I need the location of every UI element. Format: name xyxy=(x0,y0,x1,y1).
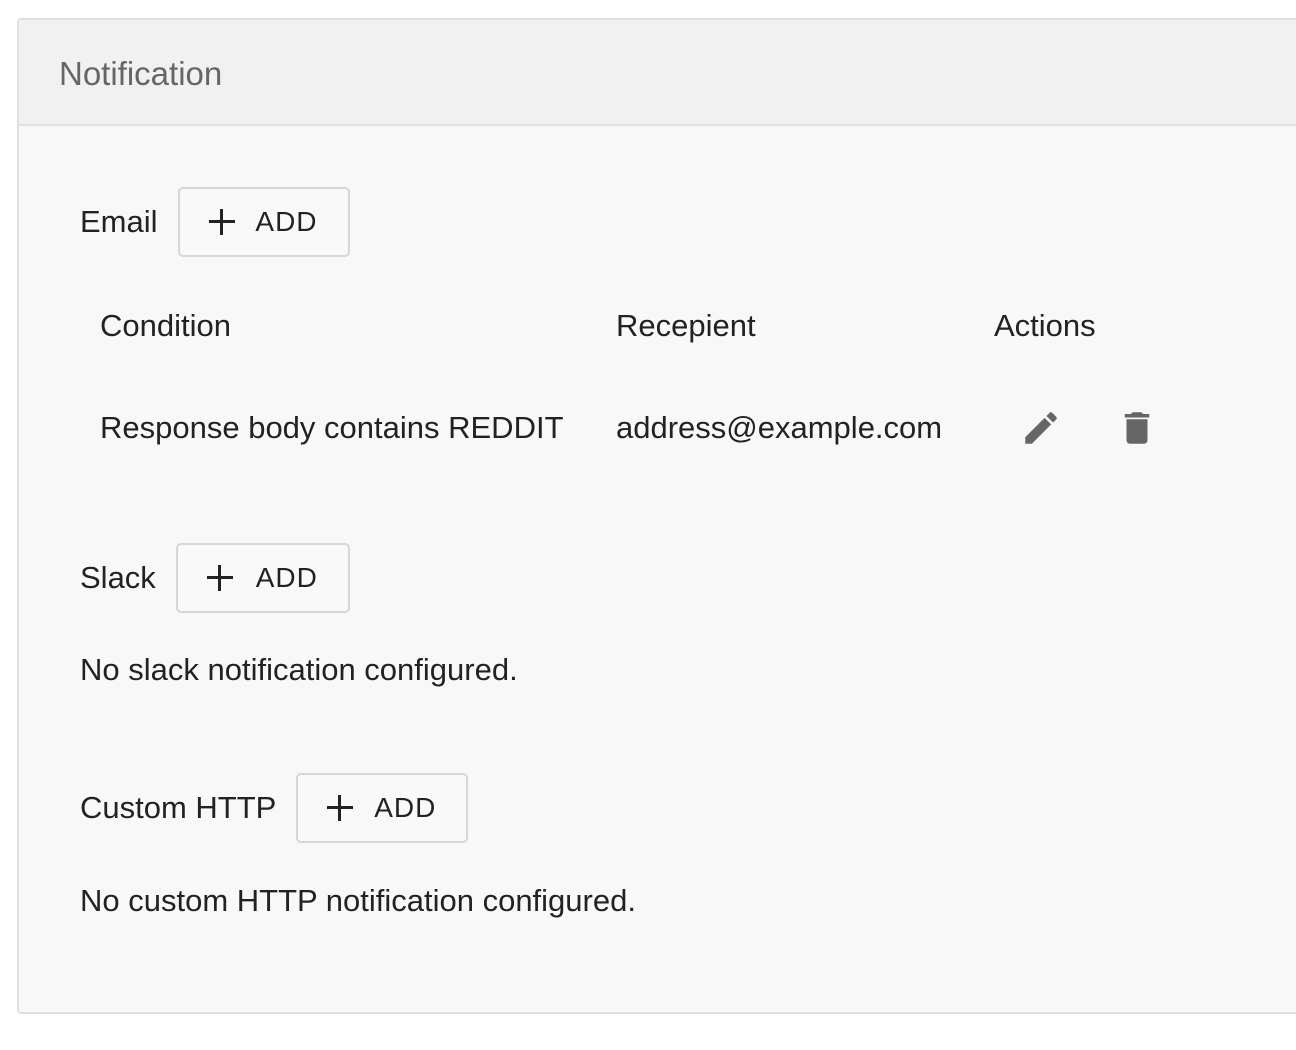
add-slack-button[interactable]: ADD xyxy=(175,543,350,613)
custom-http-section-header: Custom HTTP ADD xyxy=(80,773,469,843)
row-recipient: address@example.com xyxy=(616,410,943,445)
notification-panel: Notification Email ADD Condition Recepie… xyxy=(17,18,1296,1014)
add-custom-http-button-label: ADD xyxy=(374,792,437,823)
add-email-button[interactable]: ADD xyxy=(177,187,350,257)
email-label: Email xyxy=(80,204,158,239)
slack-empty-message: No slack notification configured. xyxy=(80,652,518,687)
plus-icon xyxy=(327,795,354,821)
plus-icon xyxy=(206,565,233,591)
edit-button[interactable] xyxy=(1020,407,1062,449)
add-slack-button-label: ADD xyxy=(255,562,318,593)
plus-icon xyxy=(208,209,235,235)
panel-title: Notification xyxy=(59,55,223,92)
delete-button[interactable] xyxy=(1116,407,1158,449)
trash-icon xyxy=(1124,412,1150,444)
column-header-recipient: Recepient xyxy=(616,308,756,343)
add-custom-http-button[interactable]: ADD xyxy=(296,773,469,843)
column-header-actions: Actions xyxy=(994,308,1096,343)
slack-section-header: Slack ADD xyxy=(80,543,350,613)
pencil-icon xyxy=(1025,412,1057,444)
slack-label: Slack xyxy=(80,560,156,595)
column-header-condition: Condition xyxy=(100,308,231,343)
email-section-header: Email ADD xyxy=(80,187,350,257)
custom-http-label: Custom HTTP xyxy=(80,790,277,825)
add-email-button-label: ADD xyxy=(255,206,318,237)
panel-header: Notification xyxy=(19,20,1296,126)
custom-http-empty-message: No custom HTTP notification configured. xyxy=(80,883,636,918)
row-condition: Response body contains REDDIT xyxy=(100,410,564,445)
